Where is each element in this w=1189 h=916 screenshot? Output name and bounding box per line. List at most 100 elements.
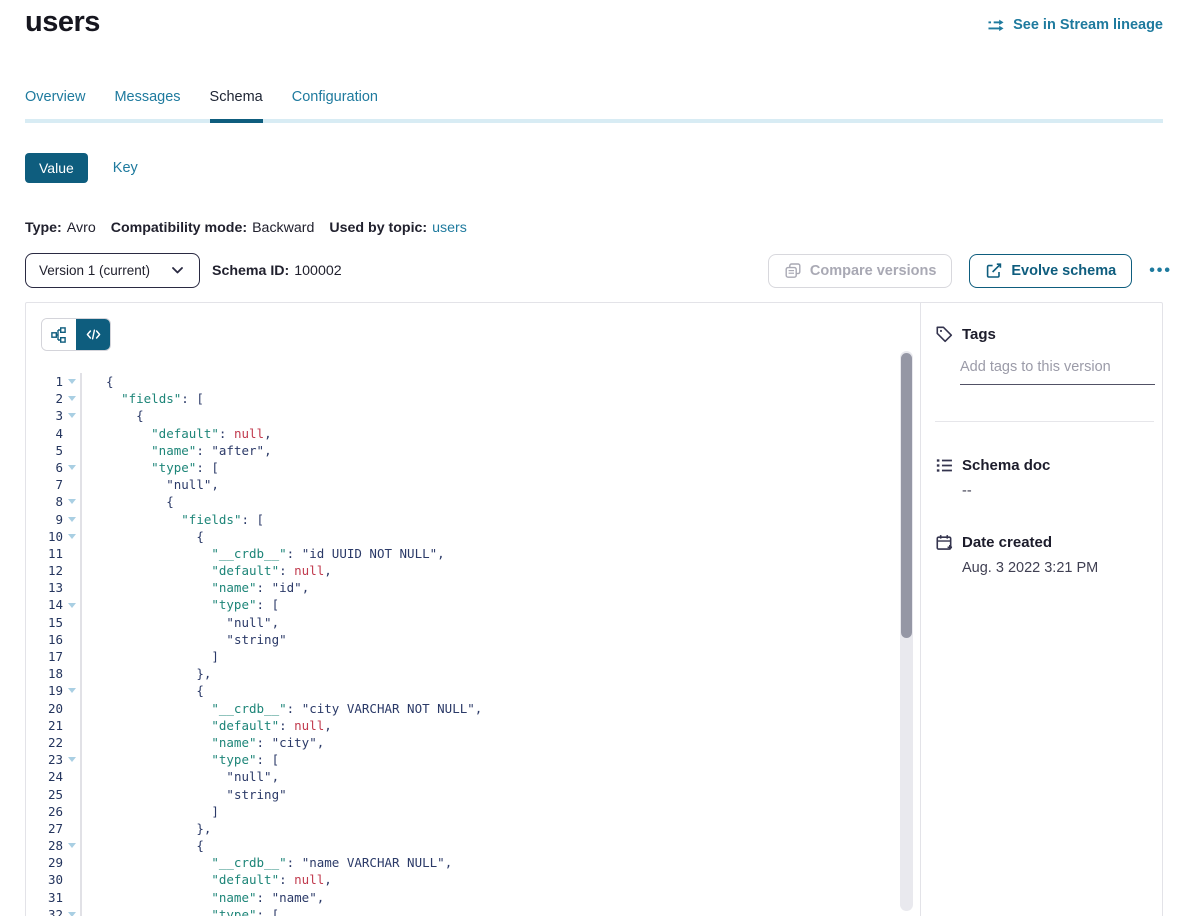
version-select-value: Version 1 (current)	[39, 263, 150, 278]
code-line: 13 "name": "id",	[26, 579, 920, 596]
line-number: 27	[26, 820, 63, 837]
tab-schema[interactable]: Schema	[210, 88, 263, 123]
code-line-text: "name": "after",	[82, 442, 272, 459]
collapse-caret-icon[interactable]	[68, 912, 76, 916]
code-line: 15 "null",	[26, 614, 920, 631]
collapse-caret-icon[interactable]	[68, 499, 76, 504]
date-created-title: Date created	[962, 534, 1052, 551]
compatibility-mode-value: Backward	[252, 220, 314, 236]
line-number: 26	[26, 803, 63, 820]
collapse-caret-icon[interactable]	[68, 379, 76, 384]
code-line: 22 "name": "city",	[26, 734, 920, 751]
code-line: 12 "default": null,	[26, 562, 920, 579]
line-number: 13	[26, 579, 63, 596]
code-view-button[interactable]	[76, 319, 110, 350]
code-line-text: "null",	[82, 476, 219, 493]
line-number: 5	[26, 442, 63, 459]
collapse-caret-icon[interactable]	[68, 688, 76, 693]
schema-code-region: 1 {2 "fields": [ 3 {4 "default": null, 5 "n…	[26, 303, 920, 916]
line-number: 15	[26, 614, 63, 631]
tree-view-button[interactable]	[42, 319, 76, 350]
see-in-stream-lineage-link[interactable]: See in Stream lineage	[988, 16, 1163, 34]
editor-scrollbar[interactable]	[900, 351, 913, 911]
tags-section-title: Tags	[962, 326, 996, 343]
code-line-text: "fields": [	[82, 511, 264, 528]
tab-bar: Overview Messages Schema Configuration	[25, 88, 1163, 123]
page-title: users	[25, 6, 100, 39]
code-line-text: "type": [	[82, 596, 279, 613]
code-line-text: "type": [	[82, 906, 279, 916]
evolve-schema-button[interactable]: Evolve schema	[969, 254, 1132, 288]
line-number: 12	[26, 562, 63, 579]
code-line-text: ]	[82, 803, 219, 820]
more-options-menu[interactable]: •••	[1149, 263, 1172, 279]
tab-configuration[interactable]: Configuration	[292, 88, 378, 119]
line-number: 18	[26, 665, 63, 682]
code-line-text: "name": "name",	[82, 889, 324, 906]
version-select[interactable]: Version 1 (current)	[25, 253, 200, 288]
schema-doc-icon	[935, 456, 953, 474]
used-by-topic-link[interactable]: users	[432, 220, 467, 236]
value-toggle-button[interactable]: Value	[25, 153, 88, 183]
schema-detail-panel: 1 {2 "fields": [ 3 {4 "default": null, 5 "n…	[25, 302, 1163, 916]
used-by-topic-label: Used by topic:	[329, 220, 427, 236]
stream-lineage-icon	[988, 16, 1006, 34]
line-number: 28	[26, 837, 63, 854]
line-number: 30	[26, 871, 63, 888]
code-line-text: "name": "city",	[82, 734, 324, 751]
line-number: 4	[26, 425, 63, 442]
schema-page: users See in Stream lineage Overview Mes…	[0, 0, 1189, 916]
evolve-schema-label: Evolve schema	[1011, 263, 1116, 279]
line-number: 2	[26, 390, 63, 407]
code-line-text: "fields": [	[82, 390, 204, 407]
code-line-text: },	[82, 820, 211, 837]
line-number: 14	[26, 596, 63, 613]
code-line-text: "type": [	[82, 751, 279, 768]
line-number: 10	[26, 528, 63, 545]
evolve-schema-icon	[985, 262, 1003, 280]
line-number: 24	[26, 768, 63, 785]
collapse-caret-icon[interactable]	[68, 465, 76, 470]
date-created-icon	[935, 533, 953, 551]
collapse-caret-icon[interactable]	[68, 517, 76, 522]
collapse-caret-icon[interactable]	[68, 757, 76, 762]
code-line-text: {	[82, 682, 204, 699]
code-line-text: {	[82, 528, 204, 545]
tab-overview[interactable]: Overview	[25, 88, 85, 119]
code-line-text: "__crdb__": "name VARCHAR NULL",	[82, 854, 452, 871]
code-line: 17 ]	[26, 648, 920, 665]
line-number: 9	[26, 511, 63, 528]
line-number: 3	[26, 407, 63, 424]
line-number: 22	[26, 734, 63, 751]
compare-versions-button[interactable]: Compare versions	[768, 254, 953, 288]
code-line-text: },	[82, 665, 211, 682]
tab-messages[interactable]: Messages	[114, 88, 180, 119]
schema-json-editor[interactable]: 1 {2 "fields": [ 3 {4 "default": null, 5 "n…	[26, 373, 920, 916]
editor-scrollbar-thumb[interactable]	[901, 353, 912, 638]
code-line-text: "default": null,	[82, 717, 332, 734]
code-line: 8 {	[26, 493, 920, 510]
schema-doc-value: --	[962, 483, 1154, 499]
collapse-caret-icon[interactable]	[68, 603, 76, 608]
line-number: 1	[26, 373, 63, 390]
stream-lineage-label: See in Stream lineage	[1013, 17, 1163, 33]
code-line: 24 "null",	[26, 768, 920, 785]
code-line-text: "null",	[82, 614, 279, 631]
schema-controls-row: Version 1 (current) Schema ID: 100002	[25, 253, 1172, 288]
code-line-text: {	[82, 407, 144, 424]
add-tags-input[interactable]	[960, 359, 1155, 385]
collapse-caret-icon[interactable]	[68, 396, 76, 401]
line-number: 8	[26, 493, 63, 510]
code-line: 7 "null",	[26, 476, 920, 493]
collapse-caret-icon[interactable]	[68, 534, 76, 539]
line-number: 20	[26, 700, 63, 717]
schema-id-value: 100002	[294, 263, 341, 279]
sidebar-divider	[935, 421, 1154, 422]
key-toggle-button[interactable]: Key	[113, 160, 138, 176]
code-line-text: {	[82, 837, 204, 854]
code-line: 30 "default": null,	[26, 871, 920, 888]
collapse-caret-icon[interactable]	[68, 843, 76, 848]
schema-meta-row: Type: Avro Compatibility mode: Backward …	[25, 220, 467, 236]
collapse-caret-icon[interactable]	[68, 413, 76, 418]
code-line-text: "string"	[82, 631, 287, 648]
